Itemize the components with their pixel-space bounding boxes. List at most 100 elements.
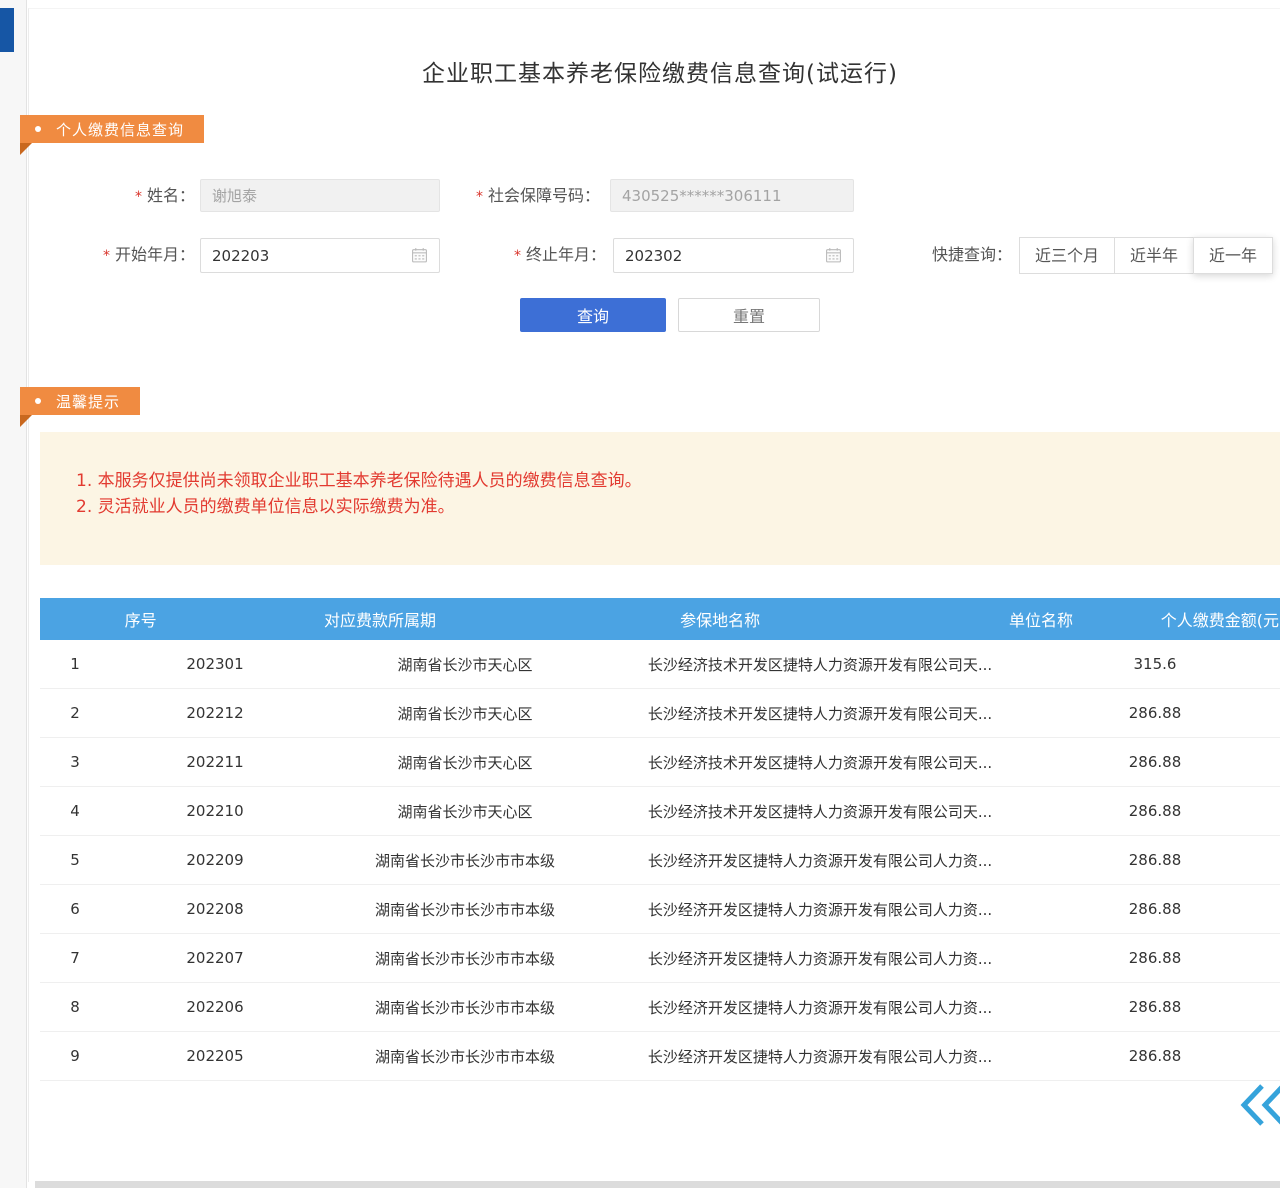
table-header-cell: 单位名称 bbox=[921, 607, 1160, 631]
cell-amount: 286.88 bbox=[1030, 900, 1280, 918]
ssn-label-text: 社会保障号码： bbox=[488, 186, 600, 205]
cell-seq: 9 bbox=[40, 1047, 110, 1065]
name-input[interactable]: 谢旭泰 bbox=[200, 179, 440, 212]
cell-area: 湖南省长沙市天心区 bbox=[320, 801, 610, 822]
table-header-cell: 对应费款所属期 bbox=[241, 607, 519, 631]
payment-table: 序号 对应费款所属期 参保地名称 单位名称 个人缴费金额(元) 1 202301… bbox=[40, 598, 1280, 1081]
table-row: 2 202212 湖南省长沙市天心区 长沙经济技术开发区捷特人力资源开发有限公司… bbox=[40, 689, 1280, 738]
cell-amount: 286.88 bbox=[1030, 998, 1280, 1016]
end-month-label-text: 终止年月： bbox=[526, 245, 606, 264]
end-month-label: * 终止年月： bbox=[448, 238, 606, 272]
cell-amount: 286.88 bbox=[1030, 802, 1280, 820]
cell-period: 202210 bbox=[110, 802, 320, 820]
cell-seq: 7 bbox=[40, 949, 110, 967]
cell-seq: 6 bbox=[40, 900, 110, 918]
ssn-value: 430525******306111 bbox=[622, 187, 782, 205]
name-label-text: 姓名： bbox=[147, 186, 195, 205]
bullet-dot-icon bbox=[35, 398, 41, 404]
cell-period: 202206 bbox=[110, 998, 320, 1016]
cell-seq: 4 bbox=[40, 802, 110, 820]
table-header-cell: 参保地名称 bbox=[519, 607, 921, 631]
cell-period: 202211 bbox=[110, 753, 320, 771]
required-asterisk: * bbox=[135, 189, 142, 205]
cell-amount: 315.6 bbox=[1030, 655, 1280, 673]
table-row: 9 202205 湖南省长沙市长沙市市本级 长沙经济开发区捷特人力资源开发有限公… bbox=[40, 1032, 1280, 1081]
name-label: * 姓名： bbox=[58, 179, 195, 213]
section-label: 个人缴费信息查询 bbox=[56, 119, 184, 140]
double-chevron-left-icon[interactable] bbox=[1238, 1082, 1280, 1128]
start-month-label-text: 开始年月： bbox=[115, 245, 195, 264]
end-month-value: 202302 bbox=[625, 247, 682, 265]
end-month-input[interactable]: 202302 bbox=[613, 238, 854, 273]
cell-amount: 286.88 bbox=[1030, 949, 1280, 967]
table-row: 8 202206 湖南省长沙市长沙市市本级 长沙经济开发区捷特人力资源开发有限公… bbox=[40, 983, 1280, 1032]
section-header-tips: 温馨提示 bbox=[20, 387, 140, 415]
cell-seq: 5 bbox=[40, 851, 110, 869]
quick-range-button[interactable]: 近半年 bbox=[1114, 237, 1194, 274]
cell-company: 长沙经济技术开发区捷特人力资源开发有限公司天... bbox=[610, 801, 1030, 822]
cell-area: 湖南省长沙市天心区 bbox=[320, 752, 610, 773]
cell-period: 202212 bbox=[110, 704, 320, 722]
calendar-icon[interactable] bbox=[411, 247, 428, 264]
start-month-input[interactable]: 202203 bbox=[200, 238, 440, 273]
required-asterisk: * bbox=[514, 248, 521, 264]
notice-box: 1. 本服务仅提供尚未领取企业职工基本养老保险待遇人员的缴费信息查询。 2. 灵… bbox=[40, 432, 1280, 565]
cell-period: 202208 bbox=[110, 900, 320, 918]
cell-amount: 286.88 bbox=[1030, 851, 1280, 869]
cell-area: 湖南省长沙市长沙市市本级 bbox=[320, 997, 610, 1018]
table-header-cell: 序号 bbox=[40, 607, 241, 631]
cell-area: 湖南省长沙市天心区 bbox=[320, 703, 610, 724]
cell-amount: 286.88 bbox=[1030, 753, 1280, 771]
table-header-row: 序号 对应费款所属期 参保地名称 单位名称 个人缴费金额(元) bbox=[40, 598, 1280, 640]
section-label: 温馨提示 bbox=[56, 391, 120, 412]
cell-company: 长沙经济开发区捷特人力资源开发有限公司人力资... bbox=[610, 997, 1030, 1018]
required-asterisk: * bbox=[476, 189, 483, 205]
start-month-label: * 开始年月： bbox=[58, 238, 195, 272]
bottom-edge-bar bbox=[35, 1181, 1280, 1188]
calendar-icon[interactable] bbox=[825, 247, 842, 264]
table-row: 6 202208 湖南省长沙市长沙市市本级 长沙经济开发区捷特人力资源开发有限公… bbox=[40, 885, 1280, 934]
required-asterisk: * bbox=[103, 248, 110, 264]
cell-period: 202207 bbox=[110, 949, 320, 967]
reset-button[interactable]: 重置 bbox=[678, 298, 820, 332]
quick-query-label: 快捷查询： bbox=[920, 238, 1012, 272]
cell-company: 长沙经济开发区捷特人力资源开发有限公司人力资... bbox=[610, 899, 1030, 920]
table-body: 1 202301 湖南省长沙市天心区 长沙经济技术开发区捷特人力资源开发有限公司… bbox=[40, 640, 1280, 1081]
cell-period: 202301 bbox=[110, 655, 320, 673]
quick-query-label-text: 快捷查询： bbox=[932, 245, 1012, 264]
cell-amount: 286.88 bbox=[1030, 1047, 1280, 1065]
name-value: 谢旭泰 bbox=[212, 185, 257, 206]
query-button[interactable]: 查询 bbox=[520, 298, 666, 332]
cell-area: 湖南省长沙市长沙市市本级 bbox=[320, 899, 610, 920]
cell-seq: 8 bbox=[40, 998, 110, 1016]
cell-amount: 286.88 bbox=[1030, 704, 1280, 722]
table-row: 3 202211 湖南省长沙市天心区 长沙经济技术开发区捷特人力资源开发有限公司… bbox=[40, 738, 1280, 787]
table-row: 7 202207 湖南省长沙市长沙市市本级 长沙经济开发区捷特人力资源开发有限公… bbox=[40, 934, 1280, 983]
sidebar-blue-block bbox=[0, 8, 14, 52]
cell-seq: 1 bbox=[40, 655, 110, 673]
cell-period: 202205 bbox=[110, 1047, 320, 1065]
start-month-value: 202203 bbox=[212, 247, 269, 265]
section-header-personal-query: 个人缴费信息查询 bbox=[20, 115, 204, 143]
cell-seq: 3 bbox=[40, 753, 110, 771]
cell-company: 长沙经济开发区捷特人力资源开发有限公司人力资... bbox=[610, 948, 1030, 969]
cell-company: 长沙经济技术开发区捷特人力资源开发有限公司天... bbox=[610, 654, 1030, 675]
table-row: 5 202209 湖南省长沙市长沙市市本级 长沙经济开发区捷特人力资源开发有限公… bbox=[40, 836, 1280, 885]
table-row: 4 202210 湖南省长沙市天心区 长沙经济技术开发区捷特人力资源开发有限公司… bbox=[40, 787, 1280, 836]
ssn-label: * 社会保障号码： bbox=[440, 179, 600, 213]
bullet-dot-icon bbox=[35, 126, 41, 132]
cell-area: 湖南省长沙市长沙市市本级 bbox=[320, 850, 610, 871]
notice-lines: 1. 本服务仅提供尚未领取企业职工基本养老保险待遇人员的缴费信息查询。 2. 灵… bbox=[76, 468, 642, 520]
cell-company: 长沙经济开发区捷特人力资源开发有限公司人力资... bbox=[610, 850, 1030, 871]
notice-line: 1. 本服务仅提供尚未领取企业职工基本养老保险待遇人员的缴费信息查询。 bbox=[76, 468, 642, 494]
cell-company: 长沙经济开发区捷特人力资源开发有限公司人力资... bbox=[610, 1046, 1030, 1067]
ssn-input[interactable]: 430525******306111 bbox=[610, 179, 854, 212]
left-page-strip bbox=[0, 0, 27, 1188]
quick-range-button[interactable]: 近一年 bbox=[1193, 237, 1273, 274]
cell-period: 202209 bbox=[110, 851, 320, 869]
table-header-cell: 个人缴费金额(元) bbox=[1161, 607, 1280, 631]
cell-seq: 2 bbox=[40, 704, 110, 722]
cell-area: 湖南省长沙市长沙市市本级 bbox=[320, 1046, 610, 1067]
table-row: 1 202301 湖南省长沙市天心区 长沙经济技术开发区捷特人力资源开发有限公司… bbox=[40, 640, 1280, 689]
quick-range-button[interactable]: 近三个月 bbox=[1019, 237, 1115, 274]
